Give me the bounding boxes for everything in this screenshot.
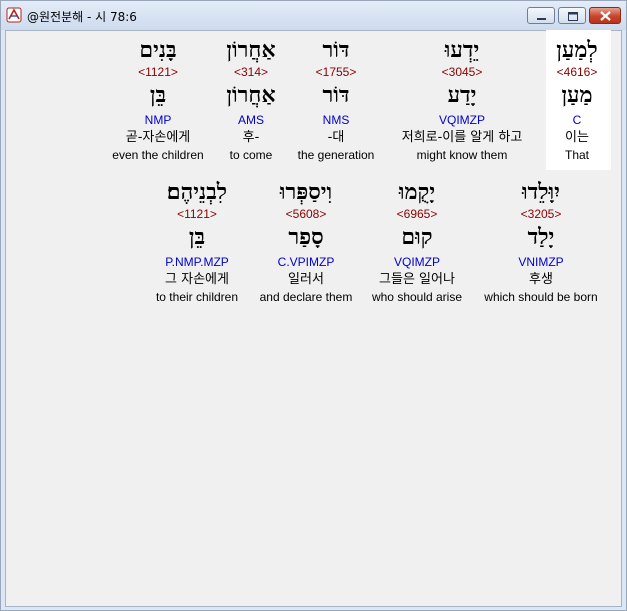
- close-icon: [600, 11, 611, 21]
- morphology-tag: VNIMZP: [518, 255, 564, 269]
- hebrew-word: יֵדְעוּ: [444, 37, 480, 63]
- hebrew-word: לִבְנֵיהֶם׃: [166, 179, 228, 205]
- app-window: @원전분해 - 시 78:6 לְמַעַן <4616> מַעַן C 이는 That…: [0, 0, 627, 611]
- minimize-icon: [537, 18, 546, 20]
- morphology-tag: P.NMP.MZP: [165, 255, 229, 269]
- hebrew-word: בָּנִים: [139, 37, 177, 63]
- korean-gloss: 그 자손에게: [165, 272, 229, 287]
- strongs-number: <1121>: [177, 207, 217, 221]
- maximize-button[interactable]: [558, 7, 586, 24]
- minimize-button[interactable]: [527, 7, 555, 24]
- close-button[interactable]: [589, 7, 621, 24]
- maximize-icon: [568, 12, 578, 21]
- lemma-word: בֵּן: [188, 224, 206, 250]
- lemma-word: בֵּן: [149, 82, 167, 108]
- hebrew-word: יִוָּלֵדוּ: [522, 179, 560, 205]
- lemma-word: יָלַד: [527, 224, 555, 250]
- morphology-tag: VQIMZP: [438, 113, 485, 127]
- app-logo-icon: [6, 7, 22, 23]
- korean-gloss: 곧-자손에게: [125, 130, 191, 145]
- english-gloss: to their children: [155, 290, 239, 304]
- morphology-tag: NMP: [144, 113, 172, 127]
- strongs-number: <1121>: [138, 65, 178, 79]
- title-bar[interactable]: @원전분해 - 시 78:6: [1, 1, 626, 30]
- strongs-number: <3045>: [441, 65, 483, 79]
- lemma-word: יָדַע: [447, 82, 477, 108]
- window-title: @원전분해 - 시 78:6: [27, 10, 137, 24]
- strongs-number: <3205>: [520, 207, 562, 221]
- english-gloss: even the children: [112, 148, 204, 162]
